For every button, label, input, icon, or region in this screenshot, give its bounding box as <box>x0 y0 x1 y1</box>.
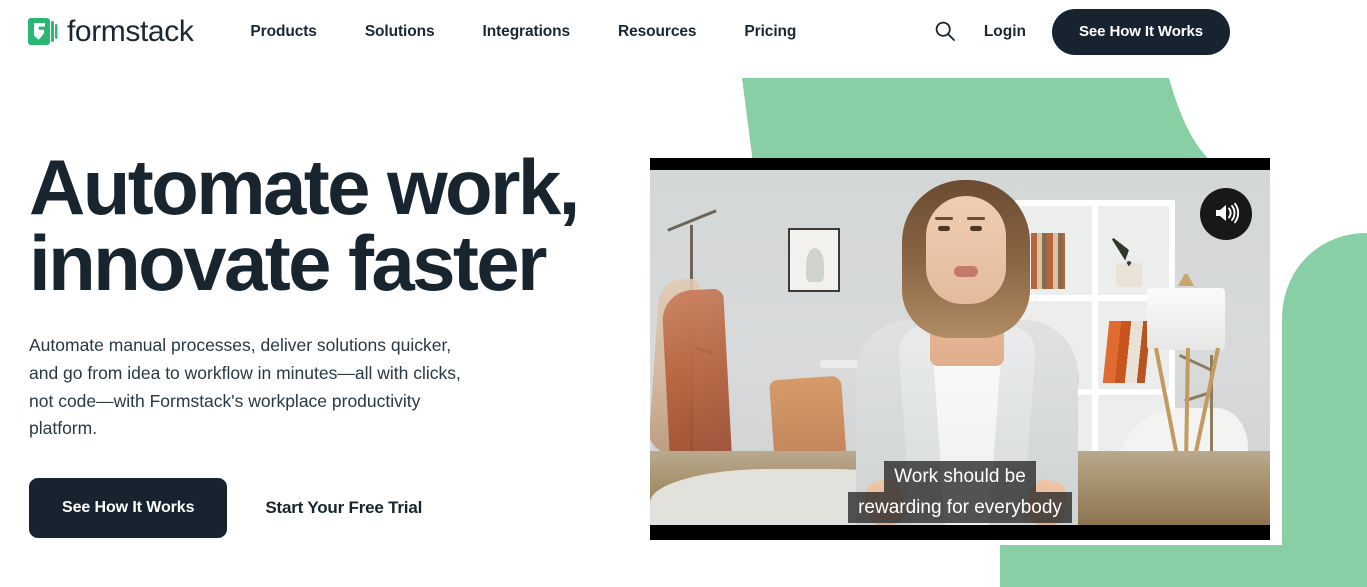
header-see-how-it-works-button[interactable]: See How It Works <box>1052 9 1230 55</box>
nav-item-solutions[interactable]: Solutions <box>341 15 459 49</box>
mouth <box>954 266 978 277</box>
volume-on-icon <box>1213 202 1240 227</box>
page-title: Automate work, innovate faster <box>29 143 629 307</box>
eyebrow <box>935 217 953 220</box>
face <box>926 196 1006 304</box>
nav-item-integrations[interactable]: Integrations <box>459 15 595 49</box>
nav-item-resources[interactable]: Resources <box>594 15 720 49</box>
presenter-person <box>842 180 1090 525</box>
hero-subtitle: Automate manual processes, deliver solut… <box>29 335 461 439</box>
page-root: formstack Products Solutions Integration… <box>0 0 1367 587</box>
green-shape-top <box>742 78 1213 163</box>
framed-wall-art <box>788 228 840 292</box>
header-actions: Login See How It Works <box>928 9 1230 55</box>
brand-name: formstack <box>67 15 194 48</box>
hero-title-line-1: Automate work, <box>29 143 580 231</box>
hanging-bag <box>661 288 733 477</box>
eye <box>938 226 950 231</box>
brand-logo-link[interactable]: formstack <box>28 15 194 48</box>
site-header: formstack Products Solutions Integration… <box>0 0 1367 64</box>
nav-item-pricing[interactable]: Pricing <box>720 15 820 49</box>
search-button[interactable] <box>928 15 962 49</box>
lamp-shade <box>1147 288 1225 350</box>
green-shape-bottom <box>1000 545 1282 587</box>
formstack-bolt-logo-icon <box>28 17 58 47</box>
search-icon <box>934 20 956 45</box>
start-free-trial-link[interactable]: Start Your Free Trial <box>265 498 422 518</box>
audio-toggle-button[interactable] <box>1200 188 1252 240</box>
main-nav: Products Solutions Integrations Resource… <box>226 15 820 49</box>
hero-video-player[interactable]: Work should be rewarding for everybody <box>650 158 1270 540</box>
login-link[interactable]: Login <box>984 23 1026 41</box>
hero-section: Automate work, innovate faster Automate … <box>29 143 629 538</box>
nav-item-products[interactable]: Products <box>226 15 340 49</box>
books <box>1102 321 1152 384</box>
video-scene: Work should be rewarding for everybody <box>650 170 1270 525</box>
hero-see-how-it-works-button[interactable]: See How It Works <box>29 477 228 538</box>
hero-actions: See How It Works Start Your Free Trial <box>29 477 629 538</box>
hero-title-line-2: innovate faster <box>29 218 547 307</box>
eyebrow <box>967 217 985 220</box>
shelf-cell <box>1095 203 1172 298</box>
eye <box>970 226 982 231</box>
plant <box>1116 262 1142 287</box>
green-shape-bottom-right <box>1282 233 1367 587</box>
